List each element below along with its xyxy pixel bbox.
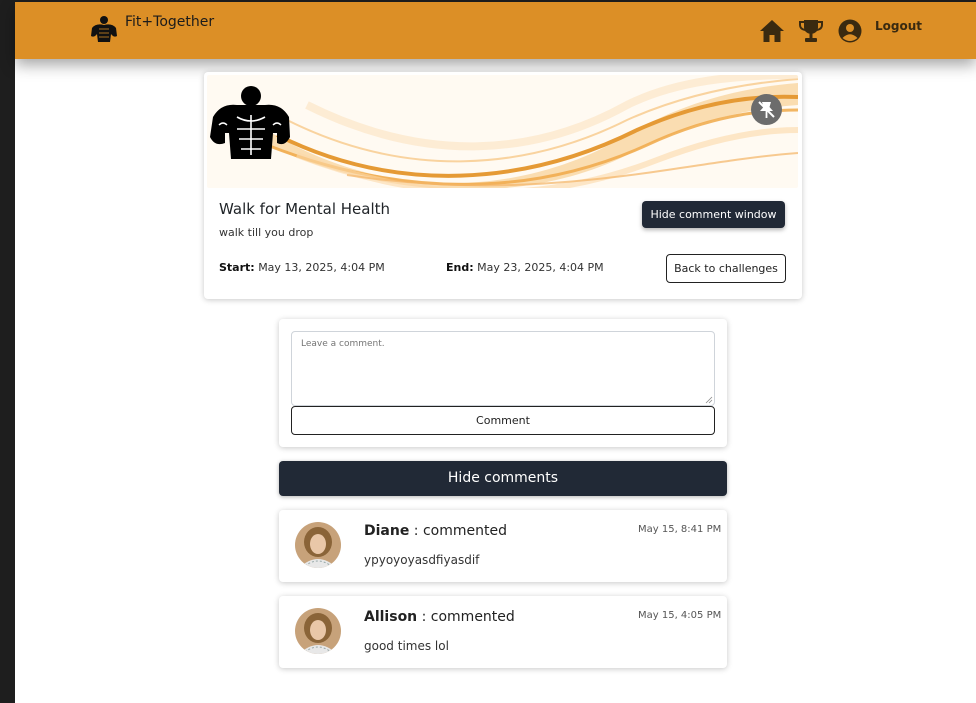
logout-link[interactable]: Logout <box>875 19 922 33</box>
resize-grip-icon[interactable] <box>705 396 713 404</box>
left-window-strip <box>0 0 15 703</box>
navbar: Fit+Together Logout <box>15 2 976 59</box>
hide-comments-button[interactable]: Hide comments <box>279 461 727 496</box>
user-circle-icon[interactable] <box>837 18 863 44</box>
start-date: Start: May 13, 2025, 4:04 PM <box>219 261 385 274</box>
comment-card: Diane : commented May 15, 8:41 PM ypyoyo… <box>279 510 727 582</box>
comment-verb: : commented <box>421 609 515 625</box>
unpin-button[interactable] <box>751 94 782 125</box>
orange-wave-graphic <box>266 75 798 188</box>
comment-text: ypyoyoyasdfiyasdif <box>364 553 480 567</box>
end-label: End: <box>446 261 474 274</box>
home-icon[interactable] <box>759 18 785 44</box>
end-value: May 23, 2025, 4:04 PM <box>477 261 604 274</box>
bodybuilder-logo-icon[interactable] <box>88 14 120 46</box>
brand-name[interactable]: Fit+Together <box>125 14 214 30</box>
comment-username[interactable]: Diane <box>364 523 409 539</box>
hide-comment-window-button[interactable]: Hide comment window <box>642 201 785 228</box>
end-date: End: May 23, 2025, 4:04 PM <box>446 261 604 274</box>
start-label: Start: <box>219 261 255 274</box>
challenge-description: walk till you drop <box>219 226 314 239</box>
challenge-title: Walk for Mental Health <box>219 200 391 218</box>
comment-form: Comment <box>279 319 727 447</box>
comment-submit-button[interactable]: Comment <box>291 406 715 435</box>
avatar <box>295 608 341 654</box>
comment-text: good times lol <box>364 639 449 653</box>
user-photo-icon <box>295 522 341 568</box>
comment-header: Diane : commented <box>364 523 507 539</box>
user-photo-icon <box>295 608 341 654</box>
back-to-challenges-button[interactable]: Back to challenges <box>666 254 786 283</box>
comment-card: Allison : commented May 15, 4:05 PM good… <box>279 596 727 668</box>
comment-username[interactable]: Allison <box>364 609 417 625</box>
challenge-card: Walk for Mental Health walk till you dro… <box>204 72 802 299</box>
bodybuilder-icon <box>210 86 290 159</box>
challenge-banner-image <box>207 75 798 188</box>
comment-timestamp: May 15, 8:41 PM <box>638 524 722 535</box>
comment-verb: : commented <box>413 523 507 539</box>
comment-textarea[interactable] <box>291 331 715 406</box>
pin-slash-icon <box>758 101 775 118</box>
comment-header: Allison : commented <box>364 609 515 625</box>
avatar <box>295 522 341 568</box>
comment-timestamp: May 15, 4:05 PM <box>638 610 722 621</box>
start-value: May 13, 2025, 4:04 PM <box>258 261 385 274</box>
trophy-icon[interactable] <box>798 18 824 44</box>
